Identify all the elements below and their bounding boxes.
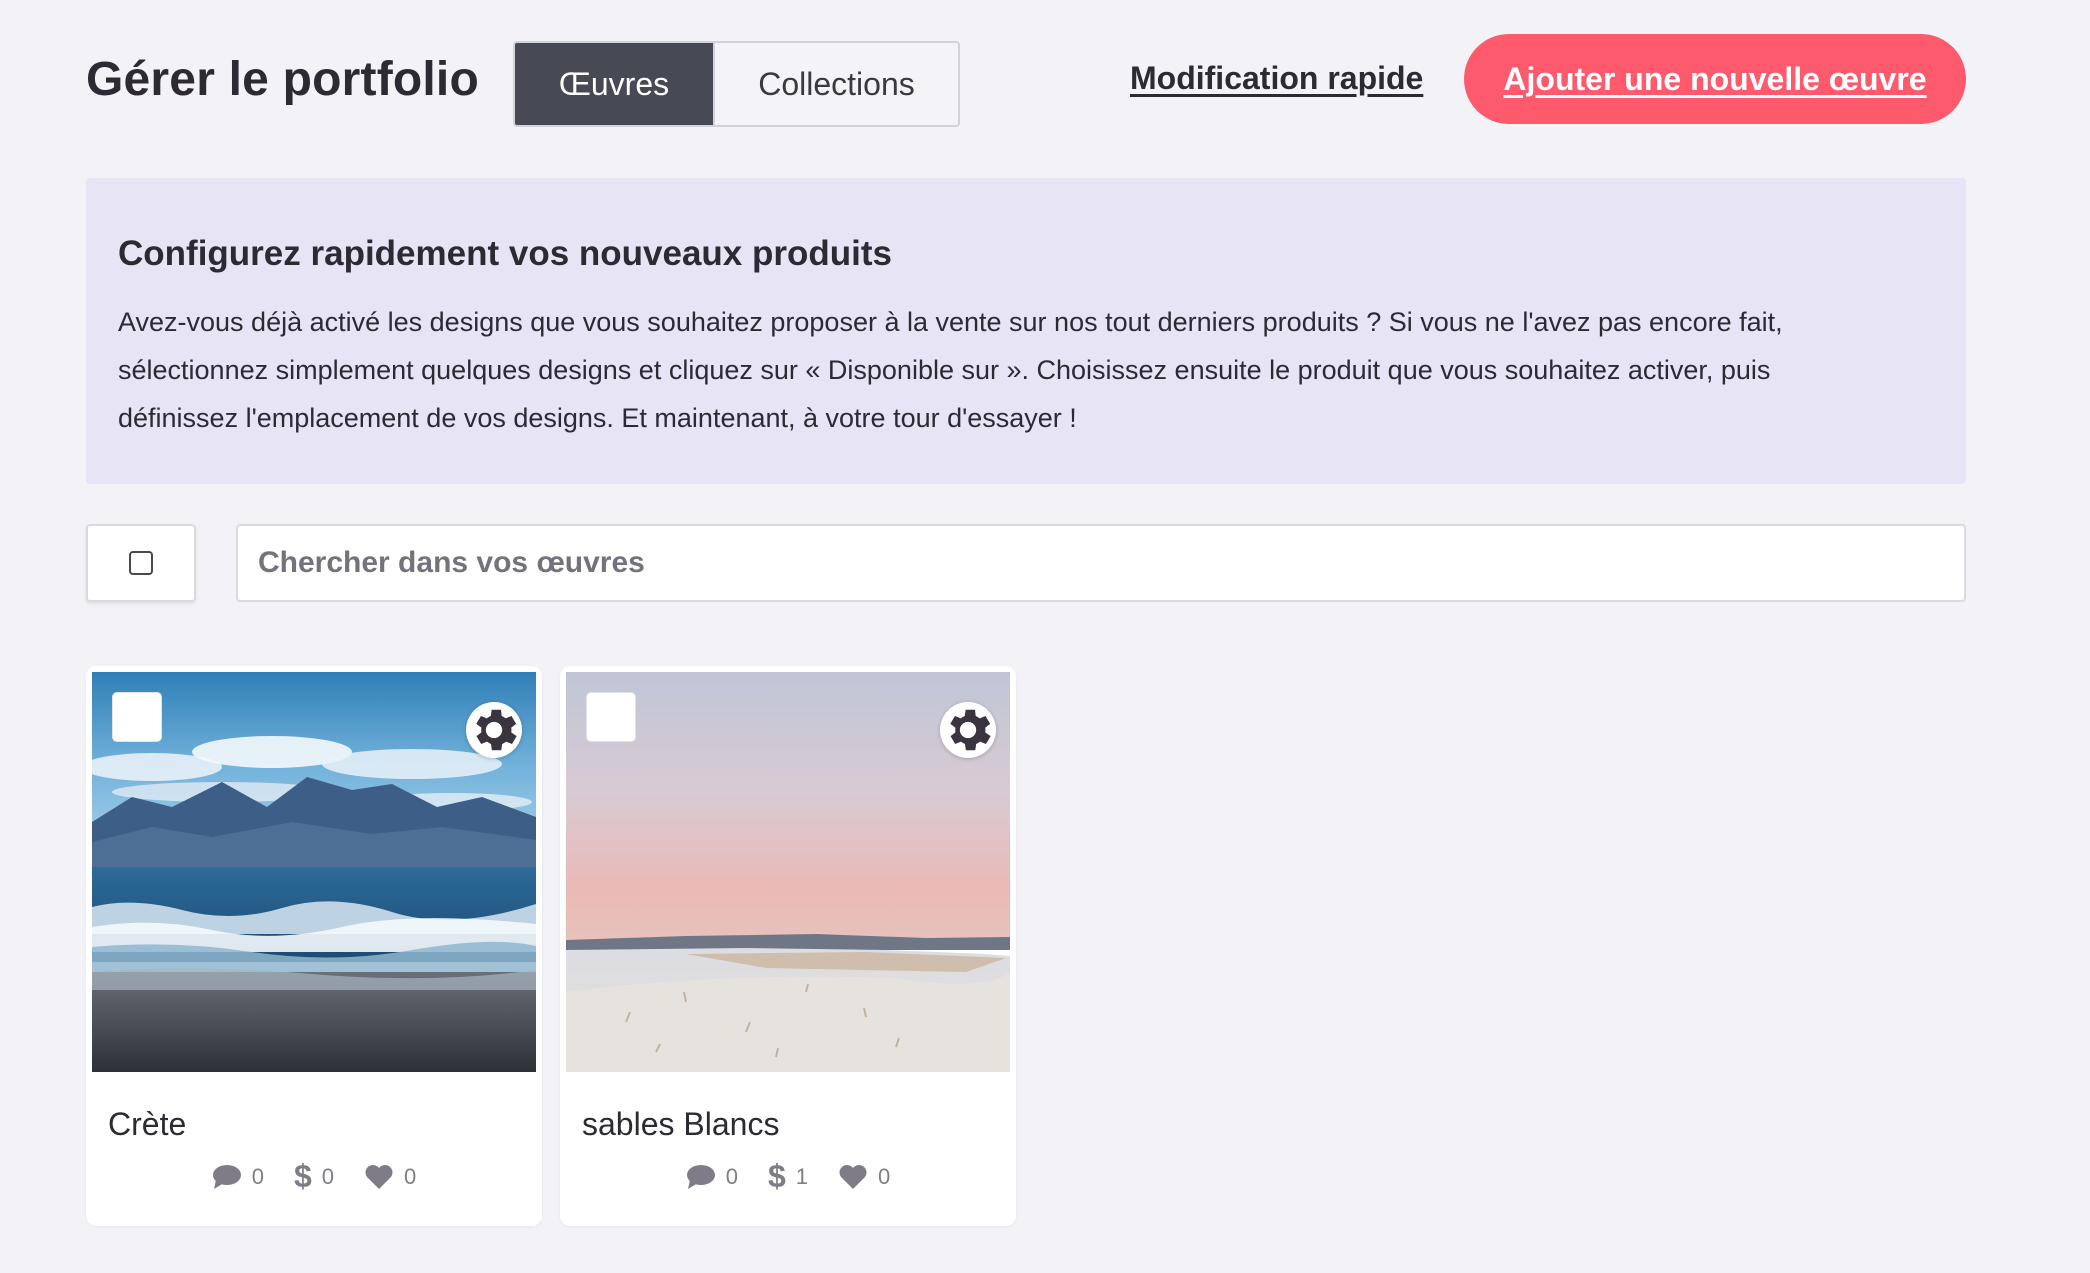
banner-title: Configurez rapidement vos nouveaux produ… <box>118 234 892 273</box>
add-work-button[interactable]: Ajouter une nouvelle œuvre <box>1464 34 1966 124</box>
lock-icon <box>952 782 1010 1072</box>
comment-count: 0 <box>686 1164 738 1190</box>
banner-line: sélectionnez simplement quelques designs… <box>118 355 1771 385</box>
work-select-checkbox[interactable] <box>112 692 162 742</box>
like-count: 0 <box>838 1164 890 1190</box>
heart-icon <box>365 1164 393 1189</box>
comment-icon <box>212 1164 241 1189</box>
work-settings-button[interactable] <box>940 702 996 758</box>
sales-count: $ 1 <box>767 1158 809 1194</box>
comment-count: 0 <box>212 1164 264 1190</box>
work-thumbnail[interactable] <box>92 672 536 1072</box>
tab-collections[interactable]: Collections <box>713 43 958 125</box>
work-stats: 0 $ 0 0 <box>86 1158 542 1195</box>
work-stats: 0 $ 1 0 <box>560 1158 1016 1195</box>
work-settings-button[interactable] <box>466 702 522 758</box>
dollar-icon: $ <box>767 1158 786 1194</box>
checkbox-square <box>129 551 153 575</box>
comment-icon <box>686 1164 715 1189</box>
banner-line: définissez l'emplacement de vos designs.… <box>118 403 1077 433</box>
sales-count: $ 0 <box>293 1158 335 1194</box>
work-title[interactable]: sables Blancs <box>582 1106 779 1143</box>
lock-icon <box>478 782 536 1072</box>
view-toggle: Œuvres Collections <box>513 41 960 127</box>
heart-icon <box>839 1164 867 1189</box>
banner-text: Avez-vous déjà activé les designs que vo… <box>118 298 1934 442</box>
work-card[interactable]: sables Blancs 0 $ 1 0 <box>560 666 1016 1226</box>
page-title: Gérer le portfolio <box>86 53 479 106</box>
info-banner: Configurez rapidement vos nouveaux produ… <box>86 178 1966 484</box>
banner-line: Avez-vous déjà activé les designs que vo… <box>118 307 1783 337</box>
search-input[interactable] <box>236 524 1966 602</box>
work-card[interactable]: Crète 0 $ 0 0 <box>86 666 542 1226</box>
like-count: 0 <box>364 1164 416 1190</box>
work-select-checkbox[interactable] <box>586 692 636 742</box>
portfolio-page: Gérer le portfolio Œuvres Collections Mo… <box>0 0 2090 1273</box>
quick-edit-link[interactable]: Modification rapide <box>1130 60 1423 97</box>
dollar-icon: $ <box>293 1158 312 1194</box>
select-all-checkbox[interactable] <box>86 524 196 602</box>
tab-works[interactable]: Œuvres <box>515 43 713 125</box>
work-title[interactable]: Crète <box>108 1106 186 1143</box>
work-thumbnail[interactable] <box>566 672 1010 1072</box>
